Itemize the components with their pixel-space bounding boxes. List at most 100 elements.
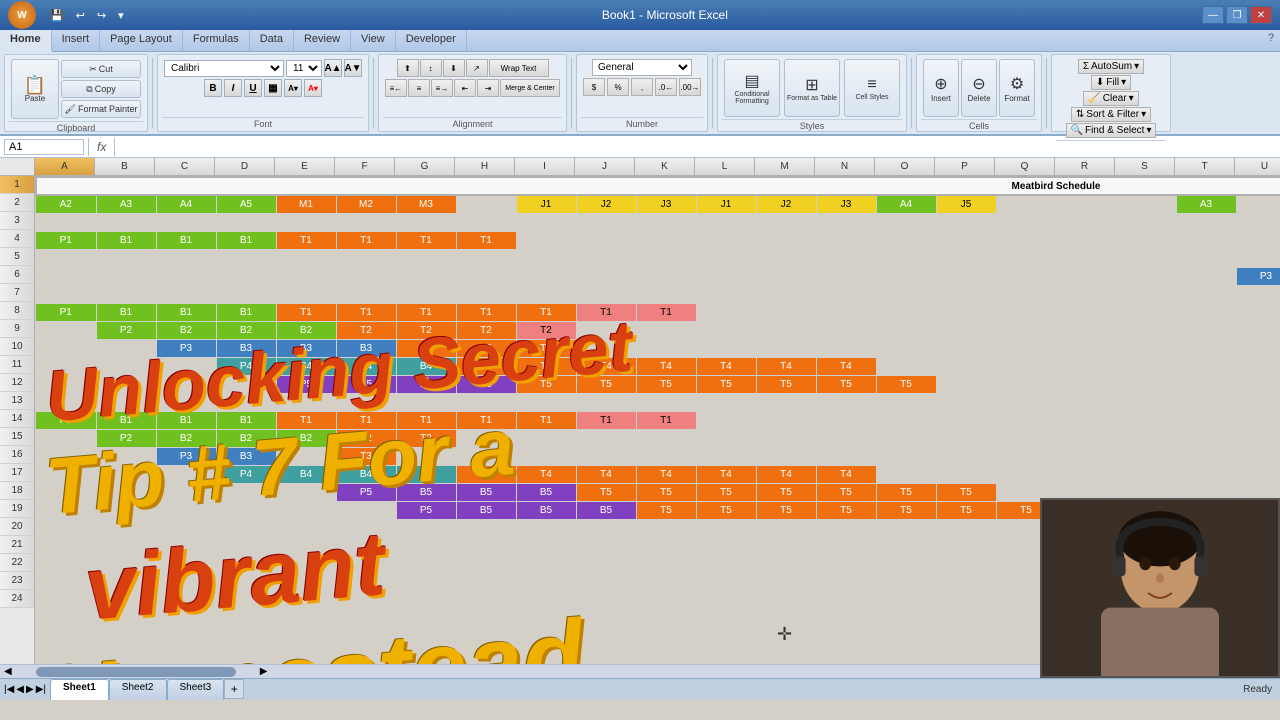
cell-t9[interactable] [1176, 321, 1236, 339]
cell-u4[interactable] [1236, 231, 1280, 249]
cell-n8[interactable] [816, 303, 876, 321]
align-top-btn[interactable]: ⬆ [397, 59, 419, 77]
fill-color-btn[interactable]: A▾ [284, 79, 302, 97]
add-sheet-btn[interactable]: + [224, 679, 244, 699]
wrap-text-btn[interactable]: Wrap Text [489, 59, 549, 77]
formula-input[interactable] [119, 141, 1276, 153]
cell-o17[interactable] [876, 465, 936, 483]
tab-insert[interactable]: Insert [52, 30, 101, 51]
cell-e11[interactable]: B4 [276, 357, 336, 375]
cell-e9[interactable]: B2 [276, 321, 336, 339]
cell-i18[interactable]: B5 [516, 483, 576, 501]
cell-l17[interactable]: T4 [696, 465, 756, 483]
cell-p8[interactable] [936, 303, 996, 321]
cell-c10[interactable]: P3 [156, 339, 216, 357]
cell-s15[interactable] [1116, 429, 1176, 447]
cell-s4[interactable] [1116, 231, 1176, 249]
cell-f11[interactable]: B4 [336, 357, 396, 375]
cell-m2[interactable]: J2 [756, 195, 816, 213]
row3-empty[interactable] [36, 213, 1280, 231]
conditional-format-btn[interactable]: ▤ Conditional Formatting [724, 59, 780, 117]
fx-button[interactable]: fx [93, 140, 110, 154]
cell-k10[interactable] [636, 339, 696, 357]
cell-s11[interactable] [1116, 357, 1176, 375]
cell-e18[interactable] [276, 483, 336, 501]
cell-h15[interactable] [456, 429, 516, 447]
col-header-P[interactable]: P [935, 158, 995, 175]
cell-n19[interactable]: T5 [816, 501, 876, 519]
sheet-tab-1[interactable]: Sheet1 [50, 679, 109, 700]
cell-f9[interactable]: T2 [336, 321, 396, 339]
cell-n12[interactable]: T5 [816, 375, 876, 393]
cell-m14[interactable] [756, 411, 816, 429]
cell-b6[interactable] [96, 267, 156, 285]
cell-styles-btn[interactable]: ≡ Cell Styles [844, 59, 900, 117]
cell-r6[interactable] [1056, 267, 1116, 285]
cell-k4[interactable] [636, 231, 696, 249]
cell-t11[interactable] [1176, 357, 1236, 375]
tab-formulas[interactable]: Formulas [183, 30, 250, 51]
format-painter-button[interactable]: 🖌 Format Painter [61, 100, 141, 118]
cell-p18[interactable]: T5 [936, 483, 996, 501]
cell-f12[interactable]: B5 [336, 375, 396, 393]
cell-i10[interactable]: T3 [516, 339, 576, 357]
cell-b2[interactable]: A3 [96, 195, 156, 213]
cell-j19[interactable]: B5 [576, 501, 636, 519]
col-header-A[interactable]: A [35, 158, 95, 175]
align-bottom-btn[interactable]: ⬇ [443, 59, 465, 77]
cell-o10[interactable] [876, 339, 936, 357]
cell-l2[interactable]: J1 [696, 195, 756, 213]
cell-u11[interactable] [1236, 357, 1280, 375]
tab-home[interactable]: Home [0, 30, 52, 52]
cell-u8[interactable] [1236, 303, 1280, 321]
font-name-select[interactable]: Calibri [164, 60, 284, 77]
col-header-U[interactable]: U [1235, 158, 1280, 175]
cell-h9[interactable]: T2 [456, 321, 516, 339]
cell-e2[interactable]: M1 [276, 195, 336, 213]
row-header-10[interactable]: 10 [0, 338, 34, 356]
cell-u2[interactable] [1236, 195, 1280, 213]
paste-button[interactable]: 📋 Paste [11, 59, 59, 119]
cell-g14[interactable]: T1 [396, 411, 456, 429]
cell-g11[interactable]: B4 [396, 357, 456, 375]
tab-data[interactable]: Data [250, 30, 294, 51]
cell-m9[interactable] [756, 321, 816, 339]
tab-developer[interactable]: Developer [396, 30, 467, 51]
cell-n2[interactable]: J3 [816, 195, 876, 213]
cell-l6[interactable] [696, 267, 756, 285]
cell-q9[interactable] [996, 321, 1056, 339]
col-header-M[interactable]: M [755, 158, 815, 175]
cell-h2[interactable] [456, 195, 516, 213]
cell-t16[interactable] [1176, 447, 1236, 465]
cell-r14[interactable] [1056, 411, 1116, 429]
cell-l15[interactable] [696, 429, 756, 447]
cell-h19[interactable]: B5 [456, 501, 516, 519]
cell-u6[interactable]: P3 [1236, 267, 1280, 285]
cell-o16[interactable] [876, 447, 936, 465]
minimize-button[interactable]: — [1202, 6, 1224, 24]
cell-e8[interactable]: T1 [276, 303, 336, 321]
cell-q17[interactable] [996, 465, 1056, 483]
cell-c4[interactable]: B1 [156, 231, 216, 249]
cell-c19[interactable] [156, 501, 216, 519]
cell-s16[interactable] [1116, 447, 1176, 465]
cell-r10[interactable] [1056, 339, 1116, 357]
cell-t12[interactable] [1176, 375, 1236, 393]
cell-c2[interactable]: A4 [156, 195, 216, 213]
cell-e15[interactable]: B2 [276, 429, 336, 447]
cell-r12[interactable] [1056, 375, 1116, 393]
col-header-C[interactable]: C [155, 158, 215, 175]
cell-n15[interactable] [816, 429, 876, 447]
cell-q12[interactable] [996, 375, 1056, 393]
close-button[interactable]: ✕ [1250, 6, 1272, 24]
format-cells-btn[interactable]: ⚙ Format [999, 59, 1035, 117]
cell-b14[interactable]: B1 [96, 411, 156, 429]
cell-k11[interactable]: T4 [636, 357, 696, 375]
border-button[interactable]: ▦ [264, 79, 282, 97]
col-header-S[interactable]: S [1115, 158, 1175, 175]
cell-f6[interactable] [336, 267, 396, 285]
cell-f19[interactable] [336, 501, 396, 519]
cell-d8[interactable]: B1 [216, 303, 276, 321]
row-header-7[interactable]: 7 [0, 284, 34, 302]
cell-b9[interactable]: P2 [96, 321, 156, 339]
